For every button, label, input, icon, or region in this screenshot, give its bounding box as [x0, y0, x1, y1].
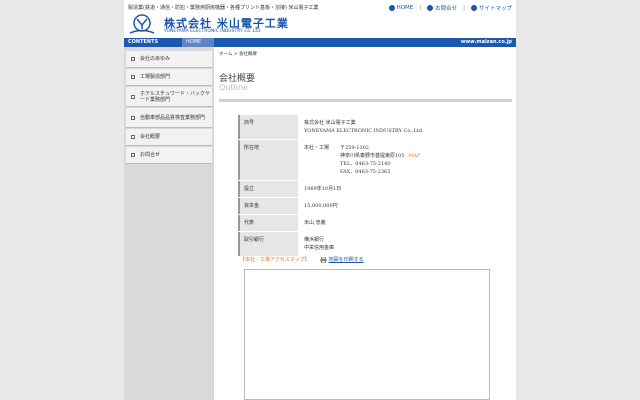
row-label: 商号: [238, 115, 298, 139]
row-value: 米山 忠義: [298, 215, 490, 231]
bullet-icon: [131, 57, 135, 61]
row-value: 本社・工場 〒259-1302 神奈川県秦野市菩提東原105 MAP TEL．0…: [298, 140, 490, 180]
address-block: 〒259-1302 神奈川県秦野市菩提東原105 MAP TEL．0463-75…: [340, 144, 420, 176]
row-value: 1969年10月1日: [298, 181, 490, 197]
contact-link-label: お問合せ: [435, 6, 458, 12]
tel: TEL．0463-75-2140: [340, 161, 391, 167]
company-info-table: 商号 株式会社 米山電子工業 YONEYAMA ELECTRONIC INDUS…: [238, 115, 490, 257]
breadcrumb[interactable]: ホーム > 会社概要: [219, 51, 257, 57]
nav-home-link[interactable]: HOME: [182, 38, 214, 47]
bullet-icon: [131, 94, 135, 99]
table-row: 所在地 本社・工場 〒259-1302 神奈川県秦野市菩提東原105 MAP T…: [238, 140, 490, 181]
sidebar-item-label: 会社概要: [140, 134, 161, 140]
table-row: 資本金 15,000,000円: [238, 198, 490, 215]
sidebar-item-hotel[interactable]: ホテルスチュワード・バックヤード業務部門: [126, 87, 212, 107]
bullet-icon: [131, 75, 135, 79]
divider: |: [463, 5, 465, 11]
nav-bar: CONTENTS HOME www.maizan.co.jp: [124, 38, 516, 47]
row-label: 取引銀行: [238, 232, 298, 256]
map-link[interactable]: MAP: [408, 153, 420, 159]
main-content: ホーム > 会社概要 会社概要 Outline 商号 株式会社 米山電子工業 Y…: [216, 47, 512, 400]
print-map-link[interactable]: 地図を印刷する: [319, 256, 364, 263]
company-logo-icon[interactable]: [128, 13, 156, 37]
bullet-icon: [131, 135, 135, 139]
home-link[interactable]: HOME: [388, 5, 414, 11]
row-value: 株式会社 米山電子工業 YONEYAMA ELECTRONIC INDUSTRY…: [298, 115, 490, 139]
sidebar-item-label: 自動車部品品質検査業務部門: [140, 114, 206, 121]
address-line: 神奈川県秦野市菩提東原105 MAP: [340, 152, 420, 160]
fax: FAX．0463-75-2365: [340, 169, 391, 175]
sidebar-item-inspection[interactable]: 自動車部品品質検査業務部門: [126, 108, 212, 128]
home-link-label: HOME: [396, 5, 414, 11]
site-url: www.maizan.co.jp: [460, 39, 512, 45]
page: 製造業(鉄道・通信・防犯・業務用厨房機器・各種プリント基板・溶接) 米山電子工業…: [124, 0, 516, 400]
row-label: 所在地: [238, 140, 298, 180]
print-map-label: 地図を印刷する: [328, 257, 364, 263]
header: 製造業(鉄道・通信・防犯・業務用厨房機器・各種プリント基板・溶接) 米山電子工業…: [124, 0, 516, 38]
row-label: 代表: [238, 215, 298, 231]
access-map-header: 【本社・工場アクセスマップ】 地図を印刷する: [240, 256, 364, 263]
sidebar-item-contact[interactable]: お問合せ: [126, 147, 212, 164]
table-row: 設立 1969年10月1日: [238, 181, 490, 198]
access-map[interactable]: [244, 269, 490, 400]
row-label: 設立: [238, 181, 298, 197]
company-name-en: YONEYAMA ELECTRONIC INDUSTRY Co.,Ltd.: [304, 128, 424, 134]
bullet-icon: [131, 153, 135, 157]
home-icon: [388, 5, 395, 11]
table-row: 商号 株式会社 米山電子工業 YONEYAMA ELECTRONIC INDUS…: [238, 115, 490, 140]
sidebar: 会社のあゆみ 工場製造部門 ホテルスチュワード・バックヤード業務部門 自動車部品…: [124, 47, 214, 400]
row-value: 15,000,000円: [298, 198, 490, 214]
postal-code: 〒259-1302: [340, 145, 369, 151]
address-type: 本社・工場: [304, 145, 330, 151]
access-map-title: 【本社・工場アクセスマップ】: [240, 257, 310, 263]
sidebar-item-outline[interactable]: 会社概要: [126, 129, 212, 146]
bullet-icon: [131, 115, 135, 120]
mail-icon: [427, 5, 434, 11]
address: 神奈川県秦野市菩提東原105: [340, 153, 405, 159]
sitemap-link-label: サイトマップ: [478, 6, 512, 12]
printer-icon: [319, 256, 327, 263]
bank-2: 中栄信用金庫: [304, 245, 335, 251]
sidebar-item-factory[interactable]: 工場製造部門: [126, 69, 212, 86]
tagline: 製造業(鉄道・通信・防犯・業務用厨房機器・各種プリント基板・溶接) 米山電子工業: [128, 5, 319, 11]
page-subtitle: Outline: [219, 83, 248, 92]
contact-link[interactable]: お問合せ: [427, 4, 457, 12]
brand-name-en: YONEYAMA ELECTRONIC INDUSTRY Co.,Ltd.: [164, 29, 262, 34]
sidebar-item-label: ホテルスチュワード・バックヤード業務部門: [140, 90, 211, 103]
table-row: 取引銀行 横浜銀行 中栄信用金庫: [238, 232, 490, 257]
divider: |: [419, 5, 422, 11]
sidebar-item-label: 会社のあゆみ: [140, 56, 171, 62]
row-value: 横浜銀行 中栄信用金庫: [298, 232, 490, 256]
sidebar-item-label: お問合せ: [140, 152, 161, 158]
sidebar-item-label: 工場製造部門: [140, 74, 171, 80]
row-label: 資本金: [238, 198, 298, 214]
title-divider: [219, 99, 512, 102]
bank-1: 横浜銀行: [304, 237, 325, 243]
company-name-jp: 株式会社 米山電子工業: [304, 120, 356, 126]
table-row: 代表 米山 忠義: [238, 215, 490, 232]
sidebar-item-history[interactable]: 会社のあゆみ: [126, 51, 212, 68]
top-links: HOME | お問合せ | サイトマップ: [388, 4, 512, 12]
sitemap-link[interactable]: サイトマップ: [470, 4, 512, 12]
sitemap-icon: [470, 5, 477, 11]
contents-label: CONTENTS: [124, 38, 182, 47]
